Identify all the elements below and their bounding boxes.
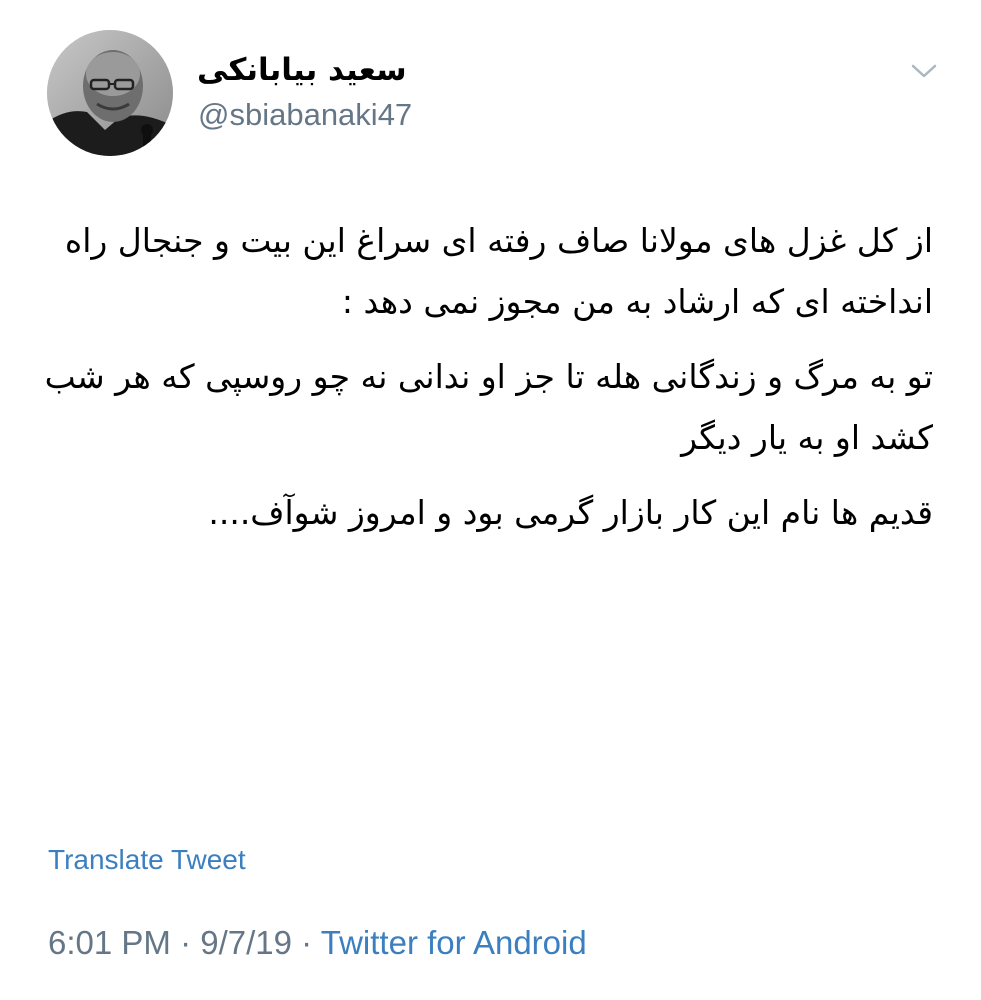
display-name[interactable]: سعید بیابانکی [197,50,407,90]
tweet-meta: 6:01 PM · 9/7/19 · Twitter for Android [48,922,587,964]
tweet-time[interactable]: 6:01 PM [48,924,171,961]
meta-separator: · [301,924,313,961]
tweet-paragraph: قدیم ها نام این کار بازار گرمی بود و امر… [208,493,933,532]
tweet-source-link[interactable]: Twitter for Android [321,924,587,961]
translate-tweet-link[interactable]: Translate Tweet [48,842,246,878]
tweet-date[interactable]: 9/7/19 [200,924,292,961]
tweet-paragraph: از کل غزل های مولانا صاف رفته ای سراغ ای… [64,221,933,321]
profile-photo-icon [47,30,173,156]
user-handle[interactable]: @sbiabanaki47 [198,97,412,133]
avatar[interactable] [47,30,173,156]
tweet-paragraph: تو به مرگ و زندگانی هله تا جز او ندانی ن… [44,357,933,457]
meta-separator: · [180,924,192,961]
chevron-down-icon[interactable] [909,60,939,82]
tweet-text: از کل غزل های مولانا صاف رفته ای سراغ ای… [40,210,933,543]
